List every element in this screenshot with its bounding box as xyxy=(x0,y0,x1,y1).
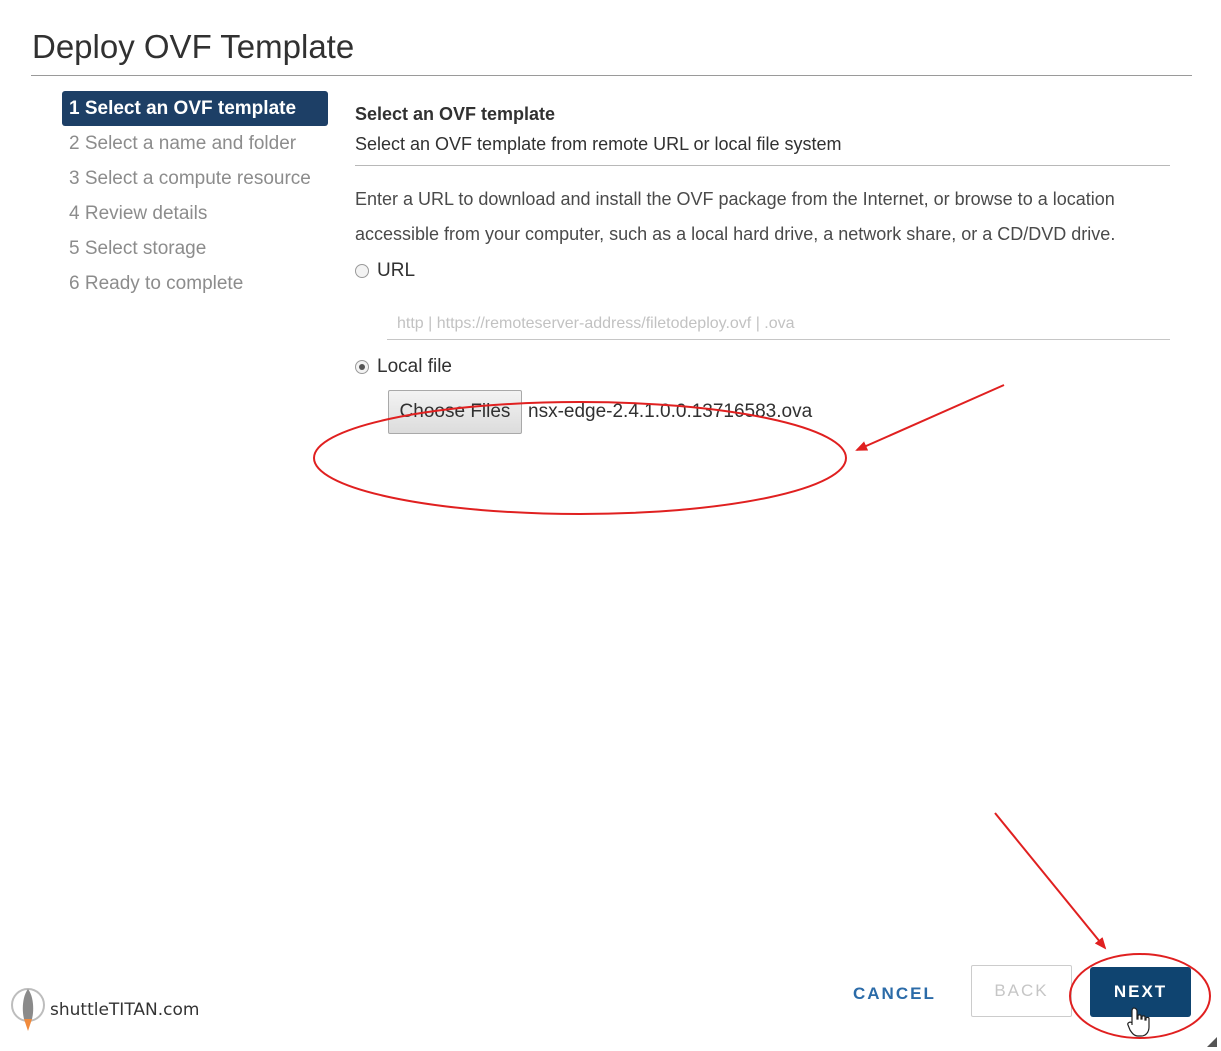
radio-checked-icon[interactable] xyxy=(355,360,369,374)
step-select-compute-resource[interactable]: 3 Select a compute resource xyxy=(62,161,328,196)
url-input[interactable]: http | https://remoteserver-address/file… xyxy=(387,308,1170,340)
local-file-option-label: Local file xyxy=(377,356,452,377)
wizard-steps: 1 Select an OVF template 2 Select a name… xyxy=(62,91,328,301)
dialog-title: Deploy OVF Template xyxy=(32,28,355,65)
selected-file-name: nsx-edge-2.4.1.0.0.13716583.ova xyxy=(528,401,813,422)
local-file-option[interactable]: Local file xyxy=(355,352,1170,382)
step-select-ovf-template[interactable]: 1 Select an OVF template xyxy=(62,91,328,126)
content-title: Select an OVF template xyxy=(355,104,556,124)
next-button[interactable]: NEXT xyxy=(1090,967,1191,1017)
back-button[interactable]: BACK xyxy=(971,965,1072,1017)
title-divider xyxy=(31,75,1192,76)
description-text: Enter a URL to download and install the … xyxy=(355,189,1116,244)
file-picker: Choose Files nsx-edge-2.4.1.0.0.13716583… xyxy=(388,390,1170,434)
watermark-text: shuttleTITAN.com xyxy=(50,1000,200,1020)
content-subtitle: Select an OVF template from remote URL o… xyxy=(355,134,842,154)
step-select-storage[interactable]: 5 Select storage xyxy=(62,231,328,266)
step-ready-to-complete[interactable]: 6 Ready to complete xyxy=(62,266,328,301)
cancel-button[interactable]: CANCEL xyxy=(853,979,936,1009)
content-divider xyxy=(355,165,1170,166)
rocket-logo-icon xyxy=(11,988,45,1031)
url-option-label: URL xyxy=(377,260,416,281)
radio-unchecked-icon[interactable] xyxy=(355,264,369,278)
watermark: shuttleTITAN.com xyxy=(10,985,199,1035)
annotation-arrow-next xyxy=(994,812,1107,950)
url-option[interactable]: URL xyxy=(355,256,1170,286)
choose-files-button[interactable]: Choose Files xyxy=(388,390,522,434)
resize-grip-icon[interactable] xyxy=(1207,1037,1217,1047)
step-review-details[interactable]: 4 Review details xyxy=(62,196,328,231)
step-select-name-folder[interactable]: 2 Select a name and folder xyxy=(62,126,328,161)
content-panel: Select an OVF template Select an OVF tem… xyxy=(355,100,1170,434)
